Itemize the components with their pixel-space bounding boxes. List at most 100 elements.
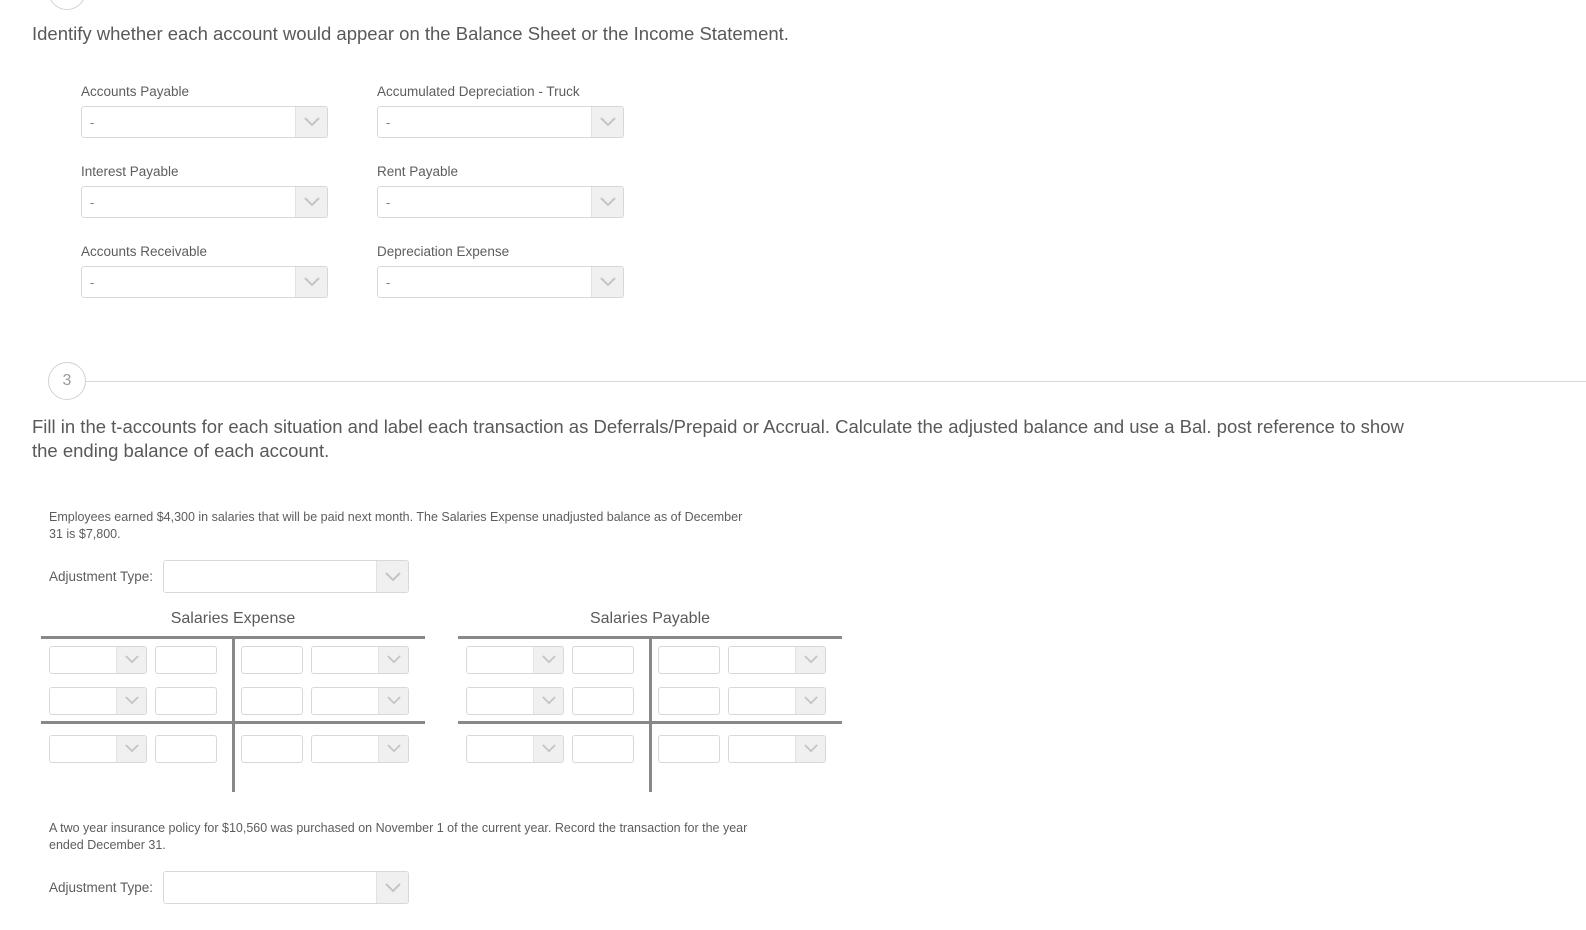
post-reference-select-debit[interactable] — [466, 686, 564, 715]
post-reference-value — [729, 735, 795, 762]
post-reference-value — [312, 687, 378, 714]
post-reference-select-debit[interactable] — [466, 645, 564, 674]
section-2-prompt: Identify whether each account would appe… — [32, 23, 789, 44]
taccount-body — [458, 636, 842, 792]
chevron-down-icon[interactable] — [591, 267, 623, 297]
account-select-accounts-receivable[interactable]: - — [81, 266, 328, 298]
adjustment-type-label-1: Adjustment Type: — [49, 568, 154, 584]
taccount-credit-side — [650, 686, 842, 715]
account-label: Accumulated Depreciation - Truck — [377, 84, 580, 99]
post-reference-select-debit[interactable] — [49, 645, 147, 674]
taccount-title: Salaries Payable — [589, 610, 711, 627]
step-divider-rule — [86, 380, 1586, 382]
chevron-down-icon[interactable] — [295, 267, 327, 297]
chevron-down-icon[interactable] — [533, 687, 563, 714]
account-select-accumulated-depreciation-truck[interactable]: - — [377, 106, 624, 138]
situation-2-text: A two year insurance policy for $10,560 … — [49, 821, 748, 852]
taccount-row — [41, 639, 425, 680]
taccount-credit-side — [233, 686, 425, 715]
account-select-value: - — [82, 187, 295, 217]
chevron-down-icon[interactable] — [116, 687, 146, 714]
account-select-accounts-payable[interactable]: - — [81, 106, 328, 138]
taccount-credit-side — [233, 645, 425, 674]
account-field-accounts-receivable: Accounts Receivable - — [81, 244, 377, 298]
balance-credit-amount-input[interactable] — [658, 734, 720, 763]
account-select-rent-payable[interactable]: - — [377, 186, 624, 218]
post-reference-value — [312, 646, 378, 673]
taccount-salaries-expense: Salaries Expense — [41, 608, 425, 792]
debit-amount-input[interactable] — [572, 645, 634, 674]
chevron-down-icon[interactable] — [378, 687, 408, 714]
balance-post-reference-select-credit[interactable] — [311, 734, 409, 763]
post-reference-value — [467, 735, 533, 762]
taccount-balance-row — [41, 728, 425, 769]
step-number-circle-3: 3 — [48, 362, 86, 400]
post-reference-select-credit[interactable] — [311, 645, 409, 674]
balance-debit-amount-input[interactable] — [572, 734, 634, 763]
chevron-down-icon[interactable] — [591, 187, 623, 217]
chevron-down-icon[interactable] — [795, 735, 825, 762]
account-select-value: - — [378, 267, 591, 297]
taccount-credit-side — [650, 734, 842, 763]
taccount-title: Salaries Expense — [170, 610, 296, 627]
account-select-depreciation-expense[interactable]: - — [377, 266, 624, 298]
chevron-down-icon[interactable] — [376, 872, 409, 903]
post-reference-value — [729, 646, 795, 673]
balance-debit-amount-input[interactable] — [155, 734, 217, 763]
balance-post-reference-select-debit[interactable] — [466, 734, 564, 763]
chevron-down-icon[interactable] — [378, 646, 408, 673]
debit-amount-input[interactable] — [155, 645, 217, 674]
taccount-debit-side — [41, 734, 233, 763]
step-marker-3: 3 — [48, 362, 1586, 400]
chevron-down-icon[interactable] — [795, 687, 825, 714]
credit-amount-input[interactable] — [658, 645, 720, 674]
grid-spacer — [81, 138, 721, 164]
account-label: Interest Payable — [81, 164, 179, 179]
balance-post-reference-select-debit[interactable] — [49, 734, 147, 763]
post-reference-select-credit[interactable] — [728, 645, 826, 674]
balance-post-reference-select-credit[interactable] — [728, 734, 826, 763]
chevron-down-icon[interactable] — [591, 107, 623, 137]
taccount-debit-side — [41, 686, 233, 715]
post-reference-value — [467, 646, 533, 673]
credit-amount-input[interactable] — [658, 686, 720, 715]
chevron-down-icon[interactable] — [116, 646, 146, 673]
adjustment-type-select-1[interactable] — [163, 560, 410, 593]
adjustment-type-row-2: Adjustment Type: — [49, 871, 410, 904]
credit-amount-input[interactable] — [241, 686, 303, 715]
taccount-credit-side — [650, 645, 842, 674]
account-select-value: - — [82, 267, 295, 297]
account-field-depreciation-expense: Depreciation Expense - — [377, 244, 673, 298]
post-reference-select-credit[interactable] — [311, 686, 409, 715]
credit-amount-input[interactable] — [241, 645, 303, 674]
debit-amount-input[interactable] — [155, 686, 217, 715]
taccount-row — [41, 680, 425, 721]
adjustment-type-row-1: Adjustment Type: — [49, 560, 410, 593]
post-reference-select-debit[interactable] — [49, 686, 147, 715]
step-marker-2 — [48, 0, 1586, 10]
chevron-down-icon[interactable] — [795, 646, 825, 673]
account-row: Interest Payable - Rent Payable - — [81, 164, 721, 218]
taccount-balance-rows — [41, 724, 425, 769]
account-field-rent-payable: Rent Payable - — [377, 164, 673, 218]
post-reference-value — [312, 735, 378, 762]
account-select-interest-payable[interactable]: - — [81, 186, 328, 218]
post-reference-select-credit[interactable] — [728, 686, 826, 715]
chevron-down-icon[interactable] — [533, 646, 563, 673]
chevron-down-icon[interactable] — [116, 735, 146, 762]
taccount-entry-rows — [458, 639, 842, 721]
adjustment-type-label-2: Adjustment Type: — [49, 879, 154, 895]
chevron-down-icon[interactable] — [533, 735, 563, 762]
taccount-debit-side — [458, 734, 650, 763]
chevron-down-icon[interactable] — [295, 107, 327, 137]
chevron-down-icon[interactable] — [295, 187, 327, 217]
debit-amount-input[interactable] — [572, 686, 634, 715]
balance-credit-amount-input[interactable] — [241, 734, 303, 763]
chevron-down-icon[interactable] — [376, 561, 409, 592]
post-reference-value — [729, 687, 795, 714]
adjustment-type-select-2[interactable] — [163, 871, 410, 904]
account-label: Rent Payable — [377, 164, 459, 179]
adjustment-type-value-1 — [164, 561, 377, 592]
chevron-down-icon[interactable] — [378, 735, 408, 762]
taccount-balance-row — [458, 728, 842, 769]
